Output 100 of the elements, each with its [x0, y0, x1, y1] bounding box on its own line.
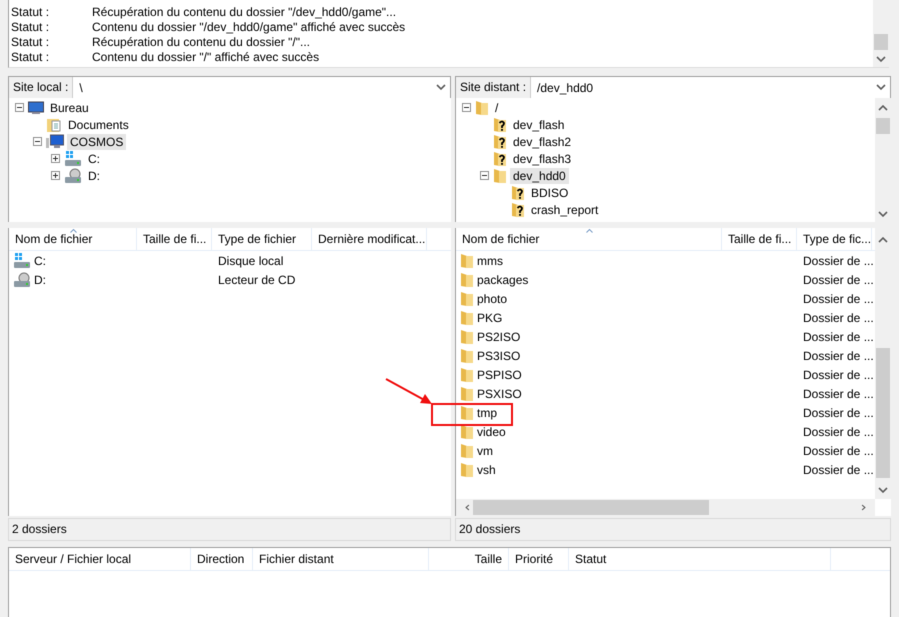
folder-icon: [460, 290, 474, 306]
unknown-folder-icon: [493, 116, 507, 132]
folder-icon: [460, 252, 474, 268]
folder-icon: [475, 100, 489, 116]
folder-icon: [493, 168, 507, 184]
log-message: Contenu du dossier "/dev_hdd0/game" affiché avec succès: [92, 20, 406, 35]
tree-item[interactable]: D:: [85, 168, 103, 184]
tree-item[interactable]: dev_flash3: [510, 150, 574, 166]
file-name-cell[interactable]: D:: [9, 272, 137, 288]
column-header[interactable]: Type de fic...: [797, 228, 872, 250]
scroll-left-icon[interactable]: [464, 504, 471, 511]
file-name-cell[interactable]: mms: [456, 252, 722, 268]
file-name-cell[interactable]: C:: [9, 252, 137, 268]
file-name-cell[interactable]: packages: [456, 272, 722, 288]
column-header[interactable]: Direction: [191, 548, 253, 570]
log-label: Statut :: [10, 5, 50, 20]
file-type-cell-text: Dossier de ...: [802, 348, 872, 362]
tree-item[interactable]: dev_flash: [510, 116, 568, 132]
cd-drive-icon: [64, 168, 82, 184]
expand-icon[interactable]: [51, 171, 60, 180]
tree-item[interactable]: Documents: [65, 116, 132, 132]
file-name-cell[interactable]: tmp: [456, 404, 722, 420]
file-name-cell[interactable]: PSPISO: [456, 366, 722, 382]
folder-icon: [460, 404, 474, 420]
annotation-arrow: [384, 377, 434, 407]
collapse-icon[interactable]: [33, 137, 42, 146]
log-message: Récupération du contenu du dossier "/dev_hdd0/game"...: [92, 5, 396, 20]
column-header[interactable]: Taille de fi...: [137, 228, 212, 250]
file-type-cell-text: Dossier de ...: [802, 272, 872, 286]
folder-icon: [460, 442, 474, 458]
unknown-folder-icon: [511, 202, 525, 218]
cd-drive-icon: [13, 272, 31, 288]
file-type-cell-text: Dossier de ...: [802, 310, 872, 324]
column-header[interactable]: Type de fichier: [212, 228, 312, 250]
folder-icon: [460, 328, 474, 344]
unknown-folder-icon: [511, 184, 525, 200]
column-header[interactable]: Priorité: [509, 548, 569, 570]
folder-icon: [460, 424, 474, 440]
file-type-cell-text: Dossier de ...: [802, 406, 872, 420]
document-folder-icon: [46, 116, 62, 132]
tree-item[interactable]: crash_report: [528, 202, 602, 218]
scroll-down-icon[interactable]: [876, 56, 886, 63]
collapse-icon[interactable]: [480, 171, 489, 180]
windows-drive-icon: [64, 150, 82, 166]
column-header[interactable]: Serveur / Fichier local: [9, 548, 191, 570]
file-name-cell[interactable]: PS2ISO: [456, 328, 722, 344]
scrollbar-thumb[interactable]: [874, 34, 888, 50]
tree-item[interactable]: dev_hdd0: [510, 168, 569, 184]
file-type-cell-text: Dossier de ...: [802, 424, 872, 438]
tree-item[interactable]: Bureau: [47, 100, 92, 116]
tree-item[interactable]: /: [492, 100, 502, 116]
scrollbar-thumb[interactable]: [876, 118, 890, 134]
folder-icon: [460, 366, 474, 382]
file-type-cell-text: Dossier de ...: [802, 254, 872, 268]
log-label: Statut :: [10, 50, 50, 65]
folder-icon: [460, 386, 474, 402]
computer-icon: [46, 134, 64, 150]
column-header[interactable]: Dernière modificat...: [312, 228, 427, 250]
windows-drive-icon: [13, 252, 31, 268]
scrollbar[interactable]: [873, 0, 889, 67]
unknown-folder-icon: [493, 150, 507, 166]
folder-icon: [460, 462, 474, 478]
file-name-cell[interactable]: vsh: [456, 462, 722, 478]
file-type-cell-text: Dossier de ...: [802, 292, 872, 306]
file-name-cell[interactable]: PSXISO: [456, 386, 722, 402]
column-header[interactable]: Statut: [569, 548, 831, 570]
horizontal-scrollbar[interactable]: [456, 499, 875, 516]
file-name-cell[interactable]: PKG: [456, 310, 722, 326]
tree-item[interactable]: COSMOS: [67, 134, 126, 150]
column-header[interactable]: Nom de fichier: [456, 228, 722, 250]
collapse-icon[interactable]: [15, 103, 24, 112]
column-header[interactable]: Fichier distant: [253, 548, 429, 570]
unknown-folder-icon: [493, 134, 507, 150]
file-name-cell[interactable]: PS3ISO: [456, 348, 722, 364]
tree-item[interactable]: C:: [85, 150, 103, 166]
tree-item[interactable]: BDISO: [528, 184, 572, 200]
file-name-cell[interactable]: vm: [456, 442, 722, 458]
file-name-cell[interactable]: video: [456, 424, 722, 440]
file-type-cell-text: Dossier de ...: [802, 368, 872, 382]
collapse-icon[interactable]: [462, 103, 471, 112]
file-type-cell-text: Dossier de ...: [802, 462, 872, 476]
status-text: 20 dossiers: [455, 518, 891, 541]
log-label: Statut :: [10, 35, 50, 50]
file-type-cell-text: Disque local: [217, 254, 284, 268]
log-label: Statut :: [10, 20, 50, 35]
column-header[interactable]: Nom de fichier: [9, 228, 137, 250]
scroll-up-icon[interactable]: [878, 236, 888, 243]
file-name-cell[interactable]: photo: [456, 290, 722, 306]
monitor-icon: [28, 100, 44, 114]
column-header[interactable]: Taille: [429, 548, 509, 570]
expand-icon[interactable]: [51, 154, 60, 163]
column-header[interactable]: Taille de fi...: [722, 228, 797, 250]
file-type-cell-text: Dossier de ...: [802, 330, 872, 344]
folder-icon: [460, 272, 474, 288]
scroll-right-icon[interactable]: [860, 504, 867, 511]
scroll-up-icon[interactable]: [878, 104, 888, 111]
folder-icon: [460, 348, 474, 364]
tree-item[interactable]: dev_flash2: [510, 134, 574, 150]
scroll-down-icon[interactable]: [878, 211, 888, 218]
scroll-down-icon[interactable]: [878, 487, 888, 494]
